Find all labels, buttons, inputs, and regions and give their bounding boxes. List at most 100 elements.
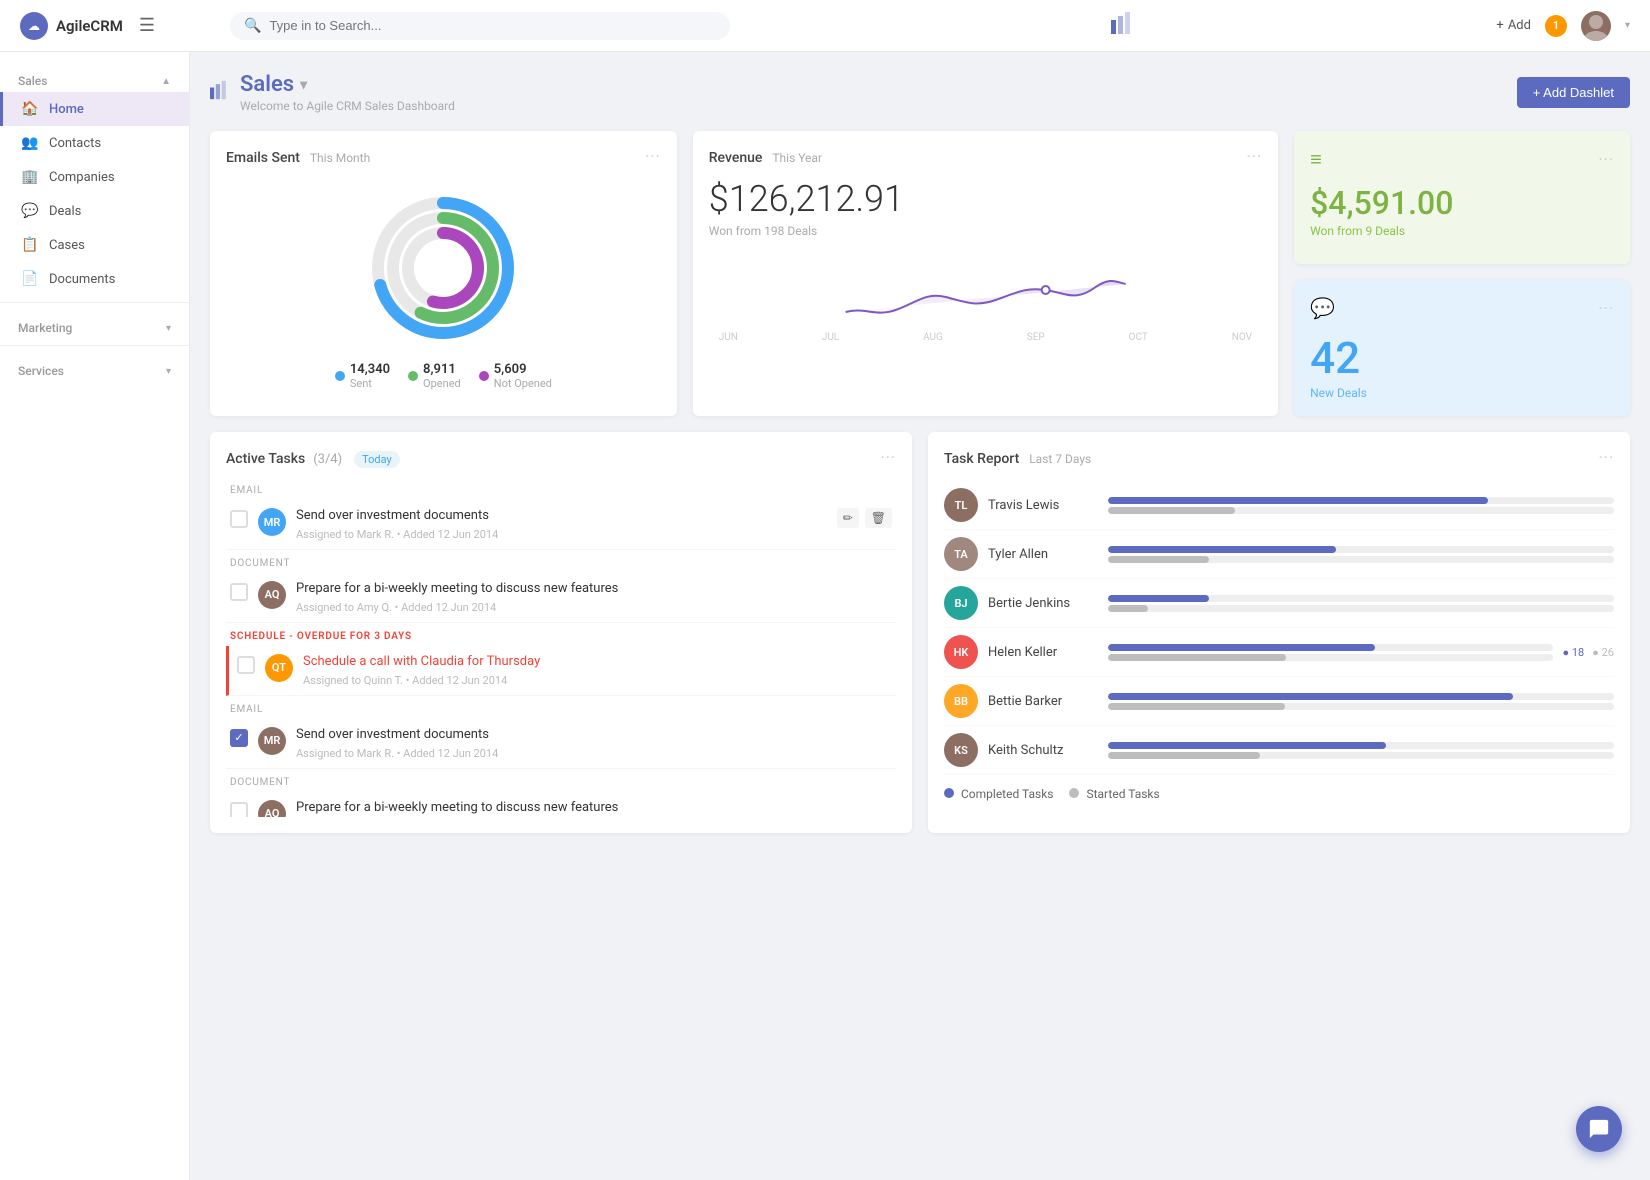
sidebar-section-services[interactable]: Services ▾ (0, 352, 189, 382)
started-legend-label: Started Tasks (1086, 787, 1159, 801)
sidebar-item-deals[interactable]: 💬 Deals (0, 194, 189, 228)
new-deals-label: New Deals (1310, 386, 1614, 400)
app-name: AgileCRM (56, 17, 123, 35)
revenue-card: Revenue This Year ··· $126,212.91 Won fr… (693, 131, 1278, 416)
right-cards-col: ≡ ··· $4,591.00 Won from 9 Deals 💬 ··· 4… (1294, 131, 1630, 416)
task-meta: Assigned to Quinn T. • Added 12 Jun 2014 (303, 674, 892, 687)
completed-bar-bg (1108, 644, 1553, 651)
revenue-card-period: This Year (772, 151, 822, 165)
legend-opened: 8,911 Opened (408, 362, 461, 390)
report-row: HKHelen Keller● 18 ● 26 (944, 628, 1614, 677)
tasks-card-menu[interactable]: ··· (880, 448, 896, 467)
report-avatar: TL (944, 488, 978, 522)
started-bar-bg (1108, 654, 1553, 661)
tasks-header: Active Tasks (3/4) Today ··· (226, 448, 896, 467)
task-checkbox[interactable] (230, 510, 248, 528)
report-legend: Completed Tasks Started Tasks (944, 787, 1614, 801)
completed-bar-bg (1108, 595, 1614, 602)
task-checkbox[interactable] (230, 583, 248, 601)
task-item: MRSend over investment documentsAssigned… (226, 500, 896, 550)
donut-area: 14,340 Sent 8,911 Opened (226, 178, 661, 400)
search-area[interactable]: 🔍 (230, 12, 730, 40)
task-avatar: MR (258, 727, 286, 755)
report-title: Task Report (944, 451, 1019, 467)
legend-sent: 14,340 Sent (335, 362, 390, 390)
sidebar-section-marketing[interactable]: Marketing ▾ (0, 309, 189, 339)
sidebar-divider-2 (0, 345, 189, 346)
new-deals-number: 42 (1310, 332, 1614, 384)
report-row: KSKeith Schultz (944, 726, 1614, 775)
newdeals-card-menu[interactable]: ··· (1598, 299, 1614, 318)
started-bar-fill (1108, 654, 1286, 661)
not-opened-dot (479, 371, 489, 381)
completed-legend-dot (944, 788, 954, 798)
report-bars (1108, 742, 1614, 759)
started-bar-fill (1108, 556, 1209, 563)
emails-card-title: Emails Sent (226, 150, 300, 166)
revenue-sub: Won from 198 Deals (709, 224, 1262, 238)
task-type-label: DOCUMENT (226, 558, 896, 569)
task-title: Prepare for a bi-weekly meeting to discu… (296, 581, 892, 598)
legend-not-opened: 5,609 Not Opened (479, 362, 552, 390)
report-person-name: Bettie Barker (988, 694, 1098, 709)
report-bars (1108, 644, 1553, 661)
chat-fab-button[interactable] (1576, 1106, 1622, 1152)
task-title: Send over investment documents (296, 508, 827, 525)
task-actions: ✏🗑 (837, 508, 892, 528)
revenue-amount: $126,212.91 (709, 178, 1262, 220)
services-chevron[interactable]: ▾ (166, 366, 171, 377)
task-meta: Assigned to Mark R. • Added 12 Jun 2014 (296, 747, 892, 760)
user-dropdown-icon[interactable]: ▾ (1625, 20, 1630, 31)
task-checkbox[interactable]: ✓ (230, 729, 248, 747)
task-checkbox[interactable] (230, 802, 248, 817)
emails-card-menu[interactable]: ··· (645, 147, 661, 166)
sidebar-item-documents[interactable]: 📄 Documents (0, 262, 189, 296)
task-delete-button[interactable]: 🗑 (865, 508, 892, 528)
nav-right: + Add 1 ▾ (1496, 11, 1630, 41)
report-person-name: Travis Lewis (988, 498, 1098, 513)
completed-bar-bg (1108, 497, 1614, 504)
add-button[interactable]: + Add (1496, 18, 1531, 33)
report-row: BBBettie Barker (944, 677, 1614, 726)
task-edit-button[interactable]: ✏ (837, 508, 859, 528)
contacts-icon: 👥 (21, 135, 39, 151)
won-card-menu[interactable]: ··· (1598, 150, 1614, 169)
sidebar-item-companies[interactable]: 🏢 Companies (0, 160, 189, 194)
won-deals-card: ≡ ··· $4,591.00 Won from 9 Deals (1294, 131, 1630, 264)
sidebar-item-cases[interactable]: 📋 Cases (0, 228, 189, 262)
bottom-row: Active Tasks (3/4) Today ··· EMAILMRSend… (210, 432, 1630, 833)
not-opened-label: Not Opened (494, 377, 552, 390)
report-person-name: Helen Keller (988, 645, 1098, 660)
sidebar-item-contacts[interactable]: 👥 Contacts (0, 126, 189, 160)
cases-icon: 📋 (21, 237, 39, 253)
sidebar-item-home[interactable]: 🏠 Home (0, 92, 189, 126)
donut-chart (363, 188, 523, 348)
chart-icon (1111, 12, 1135, 39)
task-item: AQPrepare for a bi-weekly meeting to dis… (226, 792, 896, 817)
add-dashlet-button[interactable]: + Add Dashlet (1517, 77, 1630, 108)
search-input[interactable] (269, 18, 716, 33)
report-bars (1108, 497, 1614, 514)
notification-badge[interactable]: 1 (1545, 15, 1567, 37)
report-card-menu[interactable]: ··· (1598, 448, 1614, 467)
completed-bar-bg (1108, 742, 1614, 749)
won-amount: $4,591.00 (1310, 184, 1614, 222)
tasks-title: Active Tasks (226, 451, 305, 467)
tasks-period: Today (354, 451, 400, 468)
report-person-name: Bertie Jenkins (988, 596, 1098, 611)
user-avatar[interactable] (1581, 11, 1611, 41)
main-layout: Sales ▲ 🏠 Home 👥 Contacts 🏢 Companies 💬 … (0, 52, 1650, 1180)
started-bar-fill (1108, 752, 1260, 759)
sales-chevron[interactable]: ▲ (161, 76, 171, 87)
task-avatar: MR (258, 508, 286, 536)
title-dropdown-icon[interactable]: ▾ (300, 77, 307, 93)
marketing-chevron[interactable]: ▾ (166, 323, 171, 334)
started-bar-fill (1108, 507, 1235, 514)
won-icon: ≡ (1310, 147, 1322, 172)
hamburger-icon[interactable]: ☰ (139, 15, 155, 36)
revenue-card-menu[interactable]: ··· (1247, 147, 1263, 166)
task-report-card: Task Report Last 7 Days ··· TLTravis Lew… (928, 432, 1630, 833)
deals-icon: 💬 (21, 203, 39, 219)
task-checkbox[interactable] (237, 656, 255, 674)
page-title-area: Sales ▾ Welcome to Agile CRM Sales Dashb… (210, 72, 455, 113)
